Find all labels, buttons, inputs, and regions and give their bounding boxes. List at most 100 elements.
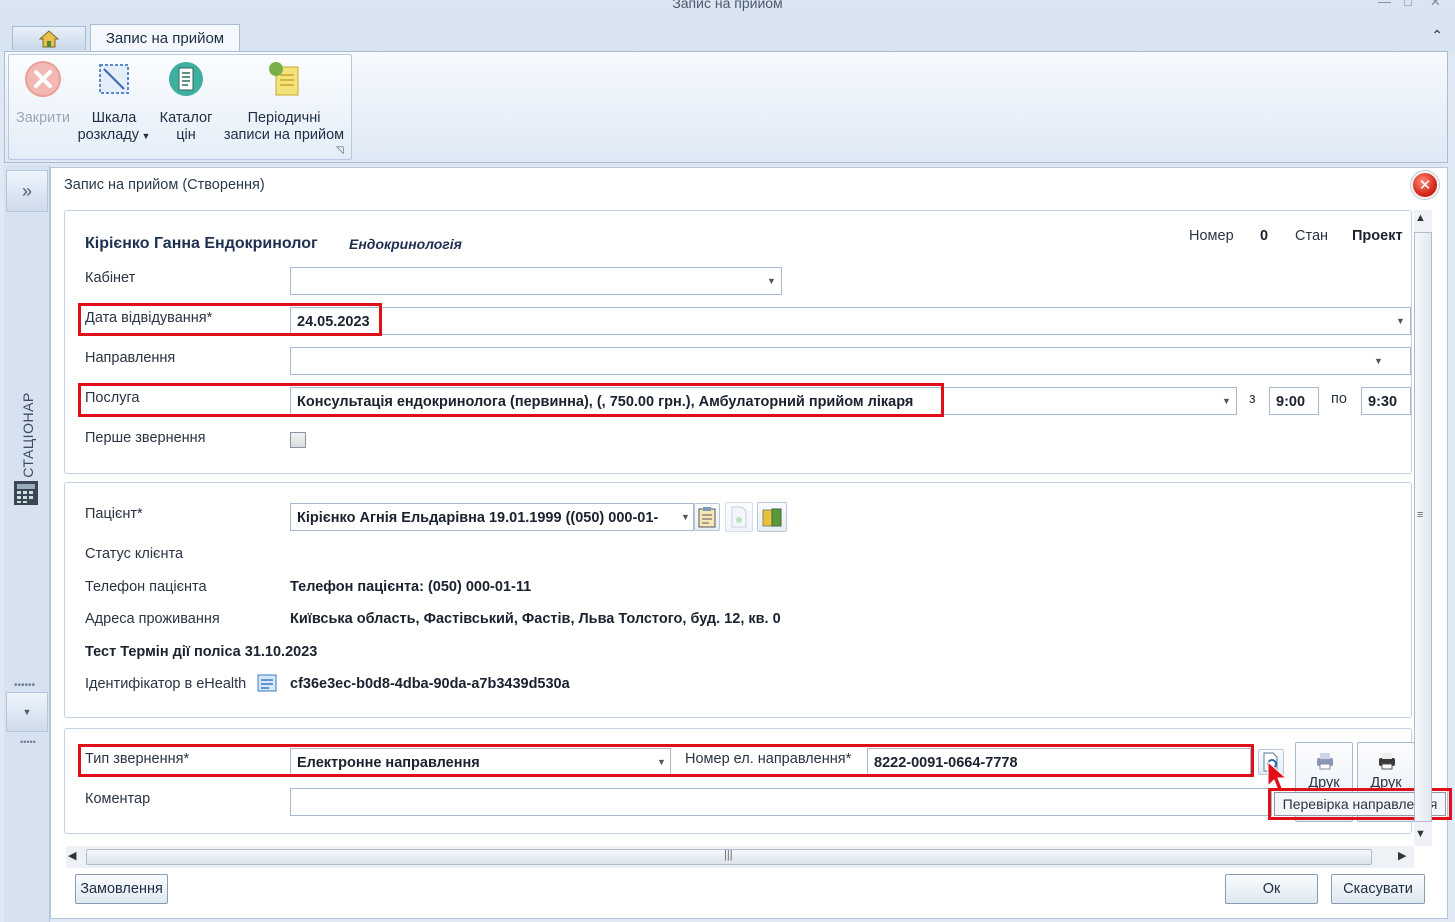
print-label-1: Друк [1308,775,1340,791]
appeal-type-select[interactable]: Електронне направлення [290,748,671,776]
dialog-title: Запис на прийом (Створення) [64,177,265,193]
price-catalog-icon [169,62,203,96]
price-catalog-button[interactable]: Каталог цін [153,55,219,144]
close-button[interactable]: Закрити [11,55,75,127]
phone-value: Телефон пацієнта: (050) 000-01-11 [290,579,532,595]
service-select[interactable]: Консультація ендокринолога (первинна), (… [290,387,1237,415]
appeal-type-label: Тип звернення* [85,751,190,767]
patient-select[interactable]: Кірієнко Агнія Ельдарівна 19.01.1999 ((0… [290,503,694,531]
window-titlebar: Запис на прийом — □ ✕ [0,0,1455,12]
printer-icon [1317,753,1333,770]
address-value: Київська область, Фастівський, Фастів, Л… [290,611,781,627]
cabinet-select[interactable] [290,267,782,295]
print-label-2: Друк [1370,775,1402,791]
id-card-icon[interactable] [257,673,277,696]
clipboard-icon [698,507,716,528]
schedule-scale-icon [99,64,129,94]
window-close-icon[interactable]: ✕ [1430,0,1441,10]
chevron-down-icon[interactable]: ▼ [1374,356,1383,366]
grip-icon: ||| [724,849,733,861]
scroll-right-icon[interactable]: ▶ [1398,849,1406,862]
referral-label: Направлення [85,350,176,366]
printer-icon [1379,753,1395,770]
policy-text: Тест Термін дії поліса 31.10.2023 [85,644,318,660]
side-panel-dropdown[interactable]: ▼ [6,692,48,732]
scroll-up-icon[interactable]: ▲ [1415,212,1426,224]
visit-date-label: Дата відвідування* [85,310,213,326]
chevron-down-icon: ▼ [22,707,32,717]
doctor-specialty: Ендокринологія [349,236,462,252]
grip-icon: ≡ [1417,509,1424,521]
periodic-records-icon [269,62,299,96]
patient-card-button[interactable] [694,503,720,531]
chevron-down-icon[interactable]: ▼ [1396,316,1405,326]
side-panel [4,165,50,922]
referral-select[interactable] [290,347,1411,375]
dialog-launcher-icon[interactable]: ◹ [336,145,344,156]
panel-grip-2[interactable]: ••••• [20,737,36,747]
time-to-field[interactable]: 9:30 [1361,387,1411,415]
address-label: Адреса проживання [85,611,220,627]
medical-record-button[interactable] [757,502,787,532]
referral-number-label: Номер ел. направлення* [685,751,852,767]
window-title: Запис на прийом [672,0,783,11]
ehealth-label: Ідентифікатор в eHealth [85,676,247,692]
tab-appointment[interactable]: Запис на прийом [90,24,240,52]
scroll-left-icon[interactable]: ◀ [68,849,76,862]
maximize-icon[interactable]: □ [1404,0,1412,9]
periodic-records-button[interactable]: Періодичні записи на прийом [219,55,349,144]
new-document-button[interactable] [725,502,753,532]
referral-number-field[interactable]: 8222-0091-0664-7778 [867,748,1251,776]
periodic-records-label-1: Періодичні [247,110,321,126]
schedule-scale-label-1: Шкала [91,110,137,126]
scroll-down-icon[interactable]: ▼ [1415,828,1426,840]
phone-label: Телефон пацієнта [85,579,207,595]
chevron-down-icon[interactable]: ▼ [681,512,690,522]
chevron-down-icon[interactable]: ▼ [1222,396,1231,406]
patient-label: Пацієнт* [85,506,143,522]
schedule-scale-label-2: розкладу [77,127,139,143]
comment-field[interactable] [290,788,1272,816]
ribbon-group: Закрити Шкала розкладу ▼ Каталог цін Пер… [8,54,352,160]
first-visit-checkbox[interactable] [290,432,306,448]
time-to-label: по [1331,391,1347,407]
side-panel-label: СТАЦІОНАР [20,392,36,478]
ok-button[interactable]: Ок [1225,874,1318,904]
dialog-close-button[interactable]: ✕ [1411,171,1439,199]
home-icon [38,29,60,47]
state-label: Стан [1295,228,1329,244]
side-panel-tab-stationary[interactable]: СТАЦІОНАР [8,380,48,490]
comment-label: Коментар [85,791,151,807]
double-chevron-right-icon: » [21,180,32,201]
ehealth-id-value: cf36e3ec-b0d8-4dba-90da-a7b3439d530a [290,676,570,692]
close-icon: ✕ [1418,177,1432,194]
tab-home[interactable] [12,26,86,50]
vertical-scroll-thumb[interactable] [1414,232,1432,822]
first-visit-label: Перше звернення [85,430,206,446]
visit-date-field[interactable]: 24.05.2023 [290,307,1411,335]
schedule-scale-button[interactable]: Шкала розкладу ▼ [77,55,151,145]
ribbon-collapse-icon[interactable]: ⌃ [1431,27,1443,44]
panel-grip[interactable]: •••••• [14,680,35,691]
number-value: 0 [1260,228,1269,244]
time-from-field[interactable]: 9:00 [1269,387,1319,415]
cancel-button[interactable]: Скасувати [1331,874,1425,904]
price-catalog-label-1: Каталог [159,110,213,126]
minimize-icon[interactable]: — [1378,0,1391,9]
document-add-icon [731,506,747,528]
chevron-down-icon[interactable]: ▼ [657,757,666,767]
state-value: Проект [1352,228,1403,244]
periodic-records-label-2: записи на прийом [223,127,345,143]
time-from-label: з [1249,391,1256,407]
doctor-name: Кірієнко Ганна Ендокринолог [85,235,318,252]
close-button-label: Закрити [15,110,71,126]
price-catalog-label-2: цін [176,127,196,143]
expand-panel-button[interactable]: » [6,170,48,212]
order-button[interactable]: Замовлення [75,874,168,904]
chevron-down-icon[interactable]: ▼ [767,276,776,286]
chevron-down-icon: ▼ [138,131,151,141]
folder-book-icon [762,508,782,527]
number-label: Номер [1189,228,1234,244]
close-circle-icon [25,61,61,97]
service-label: Послуга [85,390,140,406]
